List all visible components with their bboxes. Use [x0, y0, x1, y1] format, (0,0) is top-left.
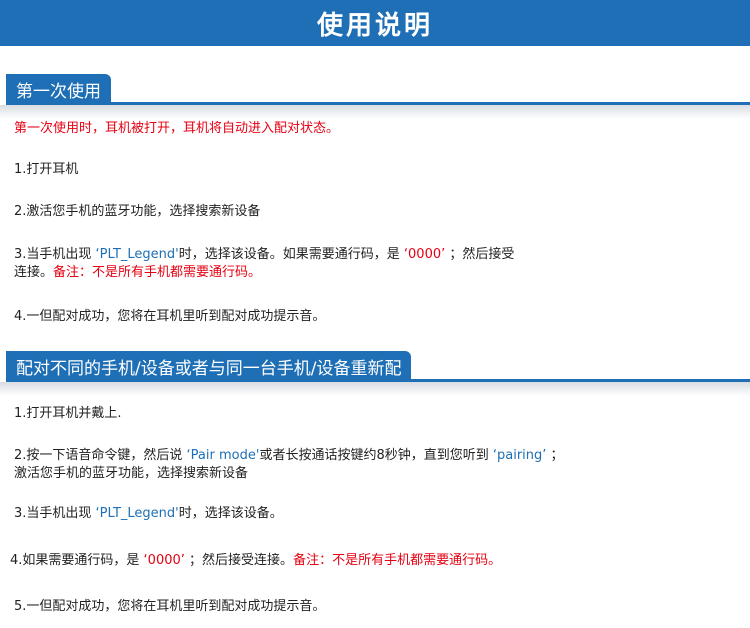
pairing-prompt: ‘pairing’ [492, 448, 547, 463]
device-name: ‘PLT_Legend' [95, 506, 179, 521]
step-text: 4.如果需要通行码，是 [10, 553, 140, 568]
section-header-first-use: 第一次使用 [0, 74, 750, 105]
re-pair-step-4: 4.如果需要通行码，是 ‘0000’ ；然后接受连接。备注：不是所有手机都需要通… [10, 552, 501, 570]
section-shade [0, 382, 750, 396]
step-text: 2.按一下语音命令键，然后说 [14, 448, 183, 463]
section-header-re-pair: 配对不同的手机/设备或者与同一台手机/设备重新配 [0, 351, 750, 382]
passcode: ‘0000’ [143, 553, 185, 568]
first-use-step-4: 4.一但配对成功，您将在耳机里听到配对成功提示音。 [14, 309, 326, 324]
first-use-step-3: 3.当手机出现 ‘PLT_Legend'时，选择该设备。如果需要通行码，是 ‘0… [14, 246, 514, 264]
re-pair-step-2-cont: 激活您手机的蓝牙功能，选择搜索新设备 [14, 466, 249, 481]
section-shade [0, 105, 750, 119]
first-use-step-2: 2.激活您手机的蓝牙功能，选择搜索新设备 [14, 204, 261, 219]
step-text: ； [550, 448, 564, 463]
device-name: ‘PLT_Legend' [95, 247, 179, 262]
page-title: 使用说明 [0, 0, 750, 46]
re-pair-step-5: 5.一但配对成功，您将在耳机里听到配对成功提示音。 [14, 599, 326, 614]
note-text: 备注：不是所有手机都需要通行码。 [293, 553, 502, 568]
passcode: ‘0000’ [403, 247, 446, 262]
step-text: 时，选择该设备。如果需要通行码，是 [178, 247, 400, 262]
step-text: 连接。 [14, 265, 54, 280]
re-pair-step-2: 2.按一下语音命令键，然后说 ‘Pair mode'或者长按通话按键约8秒钟，直… [14, 447, 564, 465]
step-text: ；然后接受连接。 [189, 553, 294, 568]
re-pair-step-1: 1.打开耳机并戴上. [14, 406, 122, 421]
step-text: 时，选择该设备。 [178, 506, 283, 521]
step-text: 或者长按通话按键约8秒钟，直到您听到 [259, 448, 489, 463]
first-use-step-3-cont: 连接。备注：不是所有手机都需要通行码。 [14, 264, 261, 282]
voice-command: ‘Pair mode' [186, 448, 260, 463]
step-text: 3.当手机出现 [14, 247, 92, 262]
first-use-step-1: 1.打开耳机 [14, 162, 79, 177]
section-title: 第一次使用 [6, 74, 111, 105]
re-pair-step-3: 3.当手机出现 ‘PLT_Legend'时，选择该设备。 [14, 505, 283, 523]
note-text: 备注：不是所有手机都需要通行码。 [53, 265, 262, 280]
section-title: 配对不同的手机/设备或者与同一台手机/设备重新配 [6, 351, 412, 382]
first-use-intro: 第一次使用时，耳机被打开，耳机将自动进入配对状态。 [14, 121, 340, 136]
step-text: ；然后接受 [449, 247, 515, 262]
step-text: 3.当手机出现 [14, 506, 92, 521]
